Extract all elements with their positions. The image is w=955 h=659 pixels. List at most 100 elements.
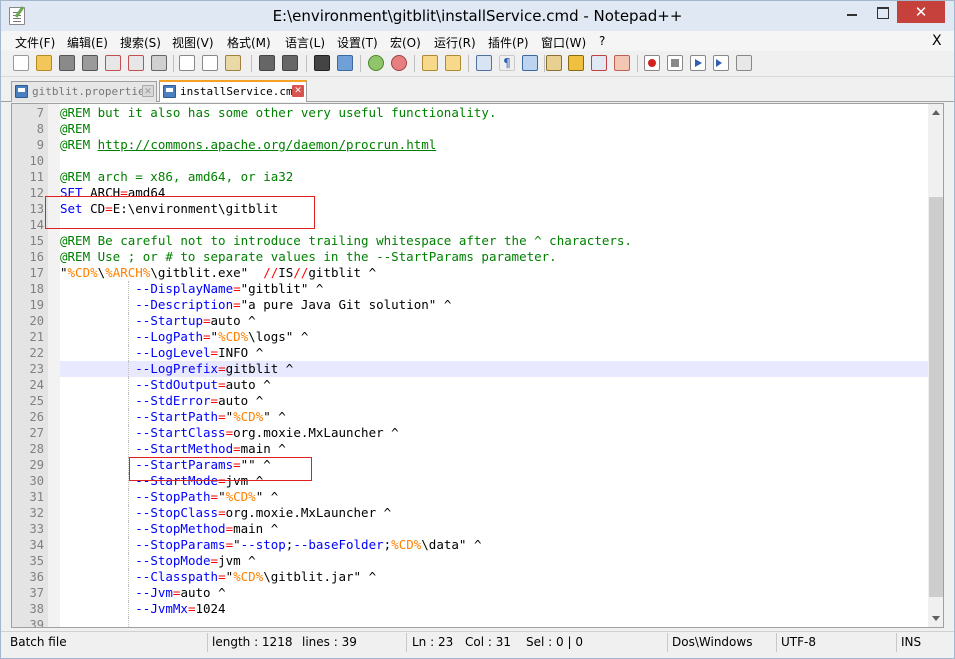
record-macro-icon[interactable] — [644, 55, 660, 71]
code-line[interactable]: 31 --StopPath="%CD%" ^ — [30, 489, 928, 505]
code-line[interactable]: 27 --StartClass=org.moxie.MxLauncher ^ — [30, 425, 928, 441]
sync-vertical-icon[interactable] — [422, 55, 438, 71]
menu-file[interactable]: 文件(F) — [15, 34, 55, 51]
code-text: --StopPath="%CD%" ^ — [135, 489, 279, 504]
zoom-in-icon[interactable] — [368, 55, 384, 71]
menu-search[interactable]: 搜索(S) — [120, 34, 161, 51]
code-text: --StartClass=org.moxie.MxLauncher ^ — [135, 425, 399, 440]
status-eol-format: Dos\Windows — [672, 635, 753, 649]
code-editor[interactable]: 7 @REM but it also has some other very us… — [11, 103, 944, 628]
code-line[interactable]: 21 --LogPath="%CD%\logs" ^ — [30, 329, 928, 345]
code-line[interactable]: 20 --Startup=auto ^ — [30, 313, 928, 329]
show-all-chars-icon[interactable]: ¶ — [499, 55, 515, 71]
menu-settings[interactable]: 设置(T) — [337, 34, 378, 51]
replace-icon[interactable] — [337, 55, 353, 71]
code-line[interactable]: 33 --StopMethod=main ^ — [30, 521, 928, 537]
menu-view[interactable]: 视图(V) — [172, 34, 214, 51]
code-line[interactable]: 26 --StartPath="%CD%" ^ — [30, 409, 928, 425]
menu-language[interactable]: 语言(L) — [285, 34, 325, 51]
status-divider — [406, 633, 407, 652]
status-encoding: UTF-8 — [781, 635, 816, 649]
code-line[interactable]: 11 @REM arch = x86, amd64, or ia32 — [30, 169, 928, 185]
code-line[interactable]: 39 — [30, 617, 928, 627]
close-all-icon[interactable] — [128, 55, 144, 71]
code-line[interactable]: 32 --StopClass=org.moxie.MxLauncher ^ — [30, 505, 928, 521]
toolbar-separator — [173, 55, 174, 72]
code-line[interactable]: 19 --Description="a pure Java Git soluti… — [30, 297, 928, 313]
function-list-icon[interactable] — [591, 55, 607, 71]
copy-icon[interactable] — [202, 55, 218, 71]
maximize-button[interactable] — [867, 1, 897, 23]
code-line[interactable]: 17 "%CD%\%ARCH%\gitblit.exe" //IS//gitbli… — [30, 265, 928, 281]
window-close-button[interactable]: ✕ — [897, 1, 945, 23]
tab-close-icon[interactable]: ✕ — [292, 85, 304, 97]
status-insert-mode: INS — [901, 635, 922, 649]
scroll-down-arrow-icon[interactable] — [932, 616, 940, 621]
menu-window[interactable]: 窗口(W) — [541, 34, 586, 51]
menu-macro[interactable]: 宏(O) — [390, 34, 421, 51]
code-line[interactable]: 36 --Classpath="%CD%\gitblit.jar" ^ — [30, 569, 928, 585]
find-icon[interactable] — [314, 55, 330, 71]
vertical-scrollbar[interactable] — [928, 104, 943, 627]
minimize-button[interactable] — [837, 1, 867, 23]
title-bar: E:\environment\gitblit\installService.cm… — [1, 1, 954, 31]
doc-map-icon[interactable] — [568, 55, 584, 71]
menu-edit[interactable]: 编辑(E) — [67, 34, 108, 51]
code-line[interactable]: 23 --LogPrefix=gitblit ^ — [30, 361, 928, 377]
play-macro-icon[interactable] — [690, 55, 706, 71]
run-macro-multiple-icon[interactable] — [713, 55, 729, 71]
scrollbar-thumb[interactable] — [929, 197, 943, 597]
word-wrap-icon[interactable] — [476, 55, 492, 71]
code-line[interactable]: 16 @REM Use ; or # to separate values in … — [30, 249, 928, 265]
save-macro-icon[interactable] — [736, 55, 752, 71]
print-icon[interactable] — [151, 55, 167, 71]
code-line[interactable]: 34 --StopParams="--stop;--baseFolder;%CD… — [30, 537, 928, 553]
tab-close-icon[interactable]: ✕ — [142, 85, 154, 97]
code-line[interactable]: 9 @REM http://commons.apache.org/daemon/p… — [37, 137, 928, 153]
menu-format[interactable]: 格式(M) — [227, 34, 271, 51]
code-line[interactable]: 10 — [30, 153, 928, 169]
annotation-box-set-cd — [45, 196, 315, 229]
code-line[interactable]: 38 --JvmMx=1024 — [30, 601, 928, 617]
code-text: --LogLevel=INFO ^ — [135, 345, 264, 360]
open-file-icon[interactable] — [36, 55, 52, 71]
close-document-button[interactable]: X — [932, 33, 942, 49]
undo-icon[interactable] — [259, 55, 275, 71]
fold-margin[interactable] — [48, 104, 60, 627]
code-line[interactable]: 28 --StartMethod=main ^ — [30, 441, 928, 457]
sync-horizontal-icon[interactable] — [445, 55, 461, 71]
code-line[interactable]: 37 --Jvm=auto ^ — [30, 585, 928, 601]
folder-workspace-icon[interactable] — [614, 55, 630, 71]
language-define-icon[interactable] — [546, 55, 562, 71]
line-number: 26 — [29, 410, 44, 424]
code-line[interactable]: 8 @REM — [37, 121, 928, 137]
status-divider — [667, 633, 668, 652]
code-line[interactable]: 7 @REM but it also has some other very us… — [37, 105, 928, 121]
save-icon[interactable] — [59, 55, 75, 71]
tab-gitblit-properties[interactable]: gitblit.properties ✕ — [11, 81, 157, 102]
menu-help[interactable]: ? — [599, 34, 605, 48]
line-number: 24 — [29, 378, 44, 392]
cut-icon[interactable] — [179, 55, 195, 71]
line-number: 25 — [29, 394, 44, 408]
paste-icon[interactable] — [225, 55, 241, 71]
tab-installservice-cmd[interactable]: installService.cmd ✕ — [159, 80, 307, 102]
code-line[interactable]: 25 --StdError=auto ^ — [30, 393, 928, 409]
code-area[interactable]: 7 @REM but it also has some other very us… — [30, 105, 928, 627]
close-icon[interactable] — [105, 55, 121, 71]
code-line[interactable]: 15 @REM Be careful not to introduce trail… — [30, 233, 928, 249]
menu-plugins[interactable]: 插件(P) — [488, 34, 529, 51]
zoom-out-icon[interactable] — [391, 55, 407, 71]
save-all-icon[interactable] — [82, 55, 98, 71]
redo-icon[interactable] — [282, 55, 298, 71]
code-line[interactable]: 24 --StdOutput=auto ^ — [30, 377, 928, 393]
scroll-up-arrow-icon[interactable] — [932, 110, 940, 115]
menu-run[interactable]: 运行(R) — [434, 34, 476, 51]
code-text: @REM Be careful not to introduce trailin… — [60, 233, 632, 248]
code-line[interactable]: 18 --DisplayName="gitblit" ^ — [30, 281, 928, 297]
indent-guide-icon[interactable] — [522, 55, 538, 71]
code-line[interactable]: 22 --LogLevel=INFO ^ — [30, 345, 928, 361]
stop-macro-icon[interactable] — [667, 55, 683, 71]
new-file-icon[interactable] — [13, 55, 29, 71]
code-line[interactable]: 35 --StopMode=jvm ^ — [30, 553, 928, 569]
